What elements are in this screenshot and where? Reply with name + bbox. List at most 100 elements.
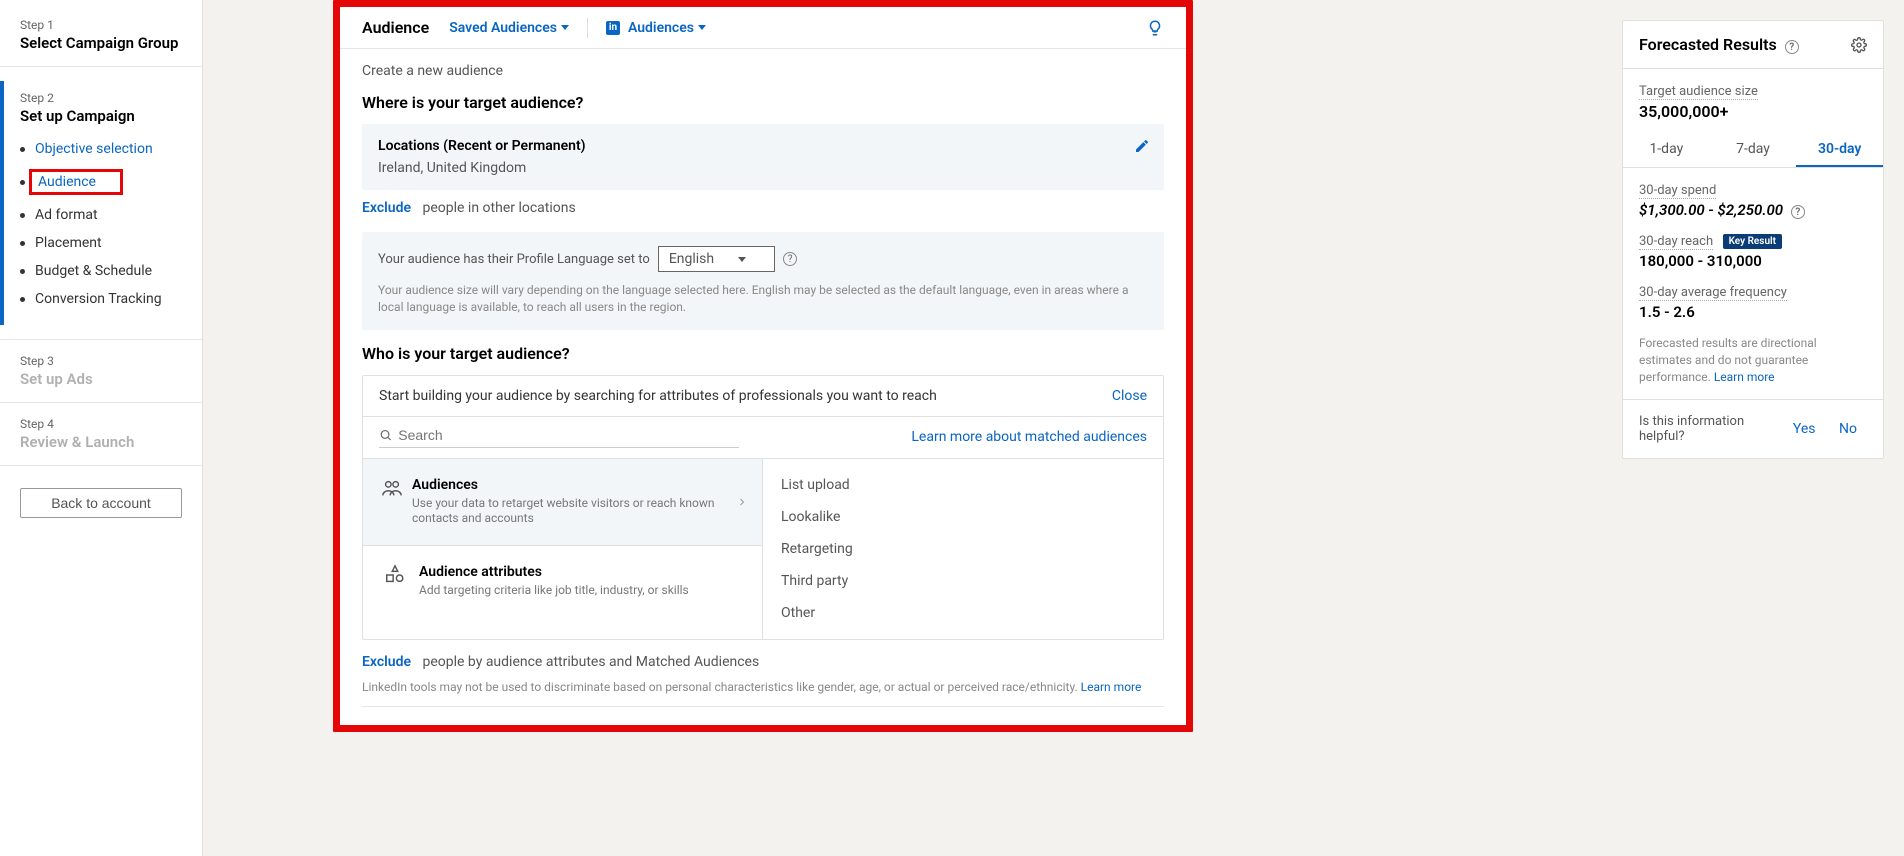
- divider: [0, 339, 202, 340]
- audience-panel-highlight: Audience Saved Audiences in Audiences: [333, 0, 1193, 732]
- bullet-icon: [20, 213, 25, 218]
- bullet-icon: [20, 269, 25, 274]
- target-size-value: 35,000,000+: [1639, 102, 1867, 121]
- search-input[interactable]: [398, 427, 739, 443]
- substep-budget[interactable]: Budget & Schedule: [20, 257, 186, 285]
- lightbulb-icon[interactable]: [1146, 17, 1164, 38]
- step-title: Set up Ads: [20, 370, 182, 388]
- audience-card: Audience Saved Audiences in Audiences: [340, 7, 1186, 725]
- substep-conversion[interactable]: Conversion Tracking: [20, 285, 186, 313]
- bullet-icon: [20, 180, 25, 185]
- helpful-yes[interactable]: Yes: [1783, 421, 1826, 437]
- search-input-wrap[interactable]: [379, 427, 739, 448]
- bullet-icon: [20, 147, 25, 152]
- freq-label: 30-day average frequency: [1639, 285, 1787, 301]
- divider: [0, 465, 202, 466]
- option-other[interactable]: Other: [763, 597, 1163, 629]
- option-lookalike[interactable]: Lookalike: [763, 501, 1163, 533]
- tab-7day[interactable]: 7-day: [1710, 133, 1797, 167]
- forecast-card: Forecasted Results ? Target audience siz…: [1622, 20, 1884, 459]
- tile-audience-attributes[interactable]: Audience attributes Add targeting criter…: [363, 546, 762, 617]
- back-to-account-button[interactable]: Back to account: [20, 488, 182, 518]
- helpful-no[interactable]: No: [1829, 421, 1867, 437]
- reach-value: 180,000 - 310,000: [1639, 252, 1867, 270]
- freq-value: 1.5 - 2.6: [1639, 303, 1867, 321]
- step-label: Step 3: [20, 354, 182, 368]
- divider: [587, 18, 588, 38]
- help-icon[interactable]: ?: [1785, 40, 1799, 54]
- locations-value: Ireland, United Kingdom: [378, 160, 1148, 176]
- exclude-attributes-line: Exclude people by audience attributes an…: [362, 654, 1164, 670]
- caret-down-icon: [698, 25, 706, 30]
- step-label: Step 4: [20, 417, 182, 431]
- locations-box: Locations (Recent or Permanent) Ireland,…: [362, 124, 1164, 190]
- option-list-upload[interactable]: List upload: [763, 469, 1163, 501]
- exclude-link[interactable]: Exclude: [362, 200, 411, 216]
- where-title: Where is your target audience?: [362, 93, 1164, 112]
- tile-desc: Use your data to retarget website visito…: [412, 496, 746, 527]
- step-2-active: Step 2 Set up Campaign Objective selecti…: [0, 81, 202, 325]
- section-title: Audience: [362, 18, 429, 37]
- step-1[interactable]: Step 1 Select Campaign Group: [0, 18, 202, 52]
- language-select[interactable]: English: [658, 246, 775, 272]
- helpful-prompt: Is this information helpful? Yes No: [1623, 399, 1883, 458]
- tile-title: Audiences: [412, 477, 746, 493]
- substep-placement[interactable]: Placement: [20, 229, 186, 257]
- locations-label: Locations (Recent or Permanent): [378, 138, 1148, 154]
- who-title: Who is your target audience?: [362, 344, 1164, 363]
- bullet-icon: [20, 297, 25, 302]
- discrimination-note: LinkedIn tools may not be used to discri…: [362, 680, 1164, 707]
- help-icon[interactable]: ?: [783, 252, 797, 266]
- tile-audiences[interactable]: Audiences Use your data to retarget webs…: [363, 459, 762, 546]
- bullet-icon: [20, 241, 25, 246]
- left-sidebar: Step 1 Select Campaign Group Step 2 Set …: [0, 0, 203, 856]
- people-icon: [379, 477, 404, 499]
- target-size-label: Target audience size: [1639, 84, 1758, 100]
- tile-title: Audience attributes: [419, 564, 689, 580]
- shapes-icon: [379, 564, 411, 586]
- option-third-party[interactable]: Third party: [763, 565, 1163, 597]
- learn-more-link[interactable]: Learn more: [1714, 370, 1775, 384]
- substep-audience[interactable]: Audience: [20, 163, 186, 201]
- linkedin-audiences-dropdown[interactable]: in Audiences: [606, 20, 706, 36]
- linkedin-icon: in: [606, 21, 620, 35]
- option-retargeting[interactable]: Retargeting: [763, 533, 1163, 565]
- tile-desc: Add targeting criteria like job title, i…: [419, 583, 689, 599]
- forecast-title: Forecasted Results ?: [1639, 35, 1799, 54]
- exclude-text: people by audience attributes and Matche…: [423, 654, 760, 670]
- substep-ad-format[interactable]: Ad format: [20, 201, 186, 229]
- tab-30day[interactable]: 30-day: [1796, 133, 1883, 167]
- audience-builder: Start building your audience by searchin…: [362, 375, 1164, 640]
- search-icon: [379, 428, 392, 442]
- step-title: Review & Launch: [20, 433, 182, 451]
- step-2-substeps: Objective selection Audience Ad format P…: [20, 135, 186, 313]
- help-icon[interactable]: ?: [1791, 205, 1805, 219]
- reach-label: 30-day reach: [1639, 234, 1713, 250]
- exclude-text: people in other locations: [423, 200, 576, 216]
- step-label: Step 1: [20, 18, 182, 32]
- spend-label: 30-day spend: [1639, 183, 1716, 199]
- gear-icon[interactable]: [1851, 36, 1867, 52]
- learn-matched-link[interactable]: Learn more about matched audiences: [911, 429, 1147, 445]
- language-pre-text: Your audience has their Profile Language…: [378, 252, 650, 267]
- substep-objective[interactable]: Objective selection: [20, 135, 186, 163]
- key-result-badge: Key Result: [1723, 234, 1782, 249]
- tab-1day[interactable]: 1-day: [1623, 133, 1710, 167]
- divider: [0, 402, 202, 403]
- caret-down-icon: [561, 25, 569, 30]
- edit-pencil-icon[interactable]: [1134, 138, 1150, 154]
- helpful-question: Is this information helpful?: [1639, 414, 1759, 444]
- caret-down-icon: [738, 257, 746, 262]
- step-3: Step 3 Set up Ads: [0, 354, 202, 388]
- learn-more-link[interactable]: Learn more: [1081, 680, 1142, 694]
- saved-audiences-dropdown[interactable]: Saved Audiences: [449, 20, 569, 36]
- audience-type-list: List upload Lookalike Retargeting Third …: [763, 459, 1163, 639]
- builder-close-link[interactable]: Close: [1112, 388, 1147, 404]
- step-title: Set up Campaign: [20, 107, 186, 125]
- forecast-disclaimer: Forecasted results are directional estim…: [1639, 335, 1867, 385]
- create-audience-label: Create a new audience: [362, 63, 1164, 79]
- exclude-locations-line: Exclude people in other locations: [362, 200, 1164, 216]
- audience-card-header: Audience Saved Audiences in Audiences: [340, 7, 1186, 49]
- step-4: Step 4 Review & Launch: [0, 417, 202, 451]
- exclude-link[interactable]: Exclude: [362, 654, 411, 670]
